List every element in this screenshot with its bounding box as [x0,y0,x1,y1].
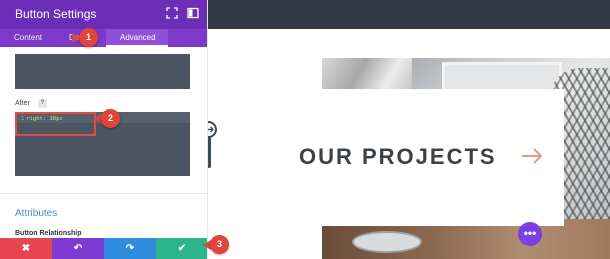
panel-tabs: Content De Advanced [0,29,207,47]
action-bar: ✖ ↶ ↷ ✔ [0,238,207,259]
callout-2: 2 [101,109,120,128]
active-tab-indicator [106,45,168,47]
check-icon: ✔ [177,243,187,254]
button-relationship-label: Button Relationship [15,230,82,237]
save-button[interactable]: ✔ [156,238,207,259]
settings-panel: Button Settings Content De Advanced Afte… [0,0,208,259]
more-options-button[interactable]: ••• [518,222,542,246]
code-highlight-box [15,112,96,136]
panel-title: Button Settings [15,7,97,21]
redo-button[interactable]: ↷ [104,238,156,259]
sidebar-toggle-icon[interactable] [187,7,199,19]
section-divider [0,193,207,194]
section-title: OUR PROJECTS [299,144,497,169]
undo-icon: ↶ [73,243,83,254]
attributes-heading[interactable]: Attributes [15,208,57,219]
discard-button[interactable]: ✖ [0,238,52,259]
callout-3: 3 [210,235,229,254]
arrow-right-icon[interactable] [520,146,544,166]
close-icon: ✖ [21,243,31,254]
floor-plate [352,231,422,253]
after-label: After [15,100,30,107]
expand-icon[interactable] [166,7,178,19]
help-icon[interactable]: ? [38,99,47,108]
redo-icon: ↷ [125,243,135,254]
builder-screen: OUR PROJECTS ••• Button Settings Content… [0,0,610,259]
panel-header: Button Settings [0,0,207,29]
page-top-bar [208,0,610,29]
undo-button[interactable]: ↶ [52,238,104,259]
callout-1: 1 [79,28,98,47]
before-css-editor[interactable] [15,54,190,89]
tab-content[interactable]: Content [14,29,42,47]
